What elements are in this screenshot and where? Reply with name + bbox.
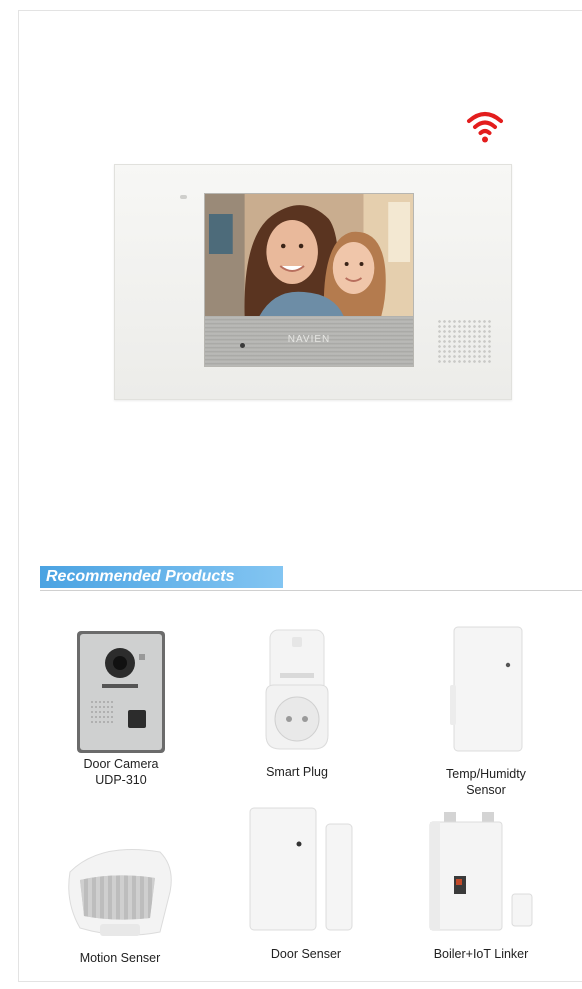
monitor-screen: NAVIEN — [204, 193, 414, 367]
product-label-door-camera[interactable]: Door Camera UDP-310 — [56, 756, 186, 788]
product-label-door-sensor[interactable]: Door Senser — [236, 946, 376, 962]
section-divider — [40, 590, 582, 591]
motion-sensor-image[interactable] — [60, 832, 180, 944]
product-label-temp-humidity-sensor[interactable]: Temp/Humidty Sensor — [416, 766, 556, 798]
door-camera-image[interactable] — [76, 630, 166, 754]
product-label-motion-sensor[interactable]: Motion Senser — [50, 950, 190, 966]
video-door-phone-image: NAVIEN — [114, 164, 512, 400]
section-title: Recommended Products — [46, 568, 235, 585]
door-sensor-image[interactable] — [246, 806, 366, 934]
wifi-icon — [467, 112, 503, 143]
family-photo — [205, 194, 413, 316]
product-label-smart-plug[interactable]: Smart Plug — [232, 764, 362, 780]
speaker-grille — [437, 319, 493, 363]
product-label-boiler-iot-linker[interactable]: Boiler+IoT Linker — [406, 946, 556, 962]
brand-logo: NAVIEN — [287, 334, 331, 345]
monitor-camera-dot — [180, 195, 187, 199]
boiler-iot-linker-image[interactable] — [424, 804, 544, 934]
temp-humidity-sensor-image[interactable] — [446, 625, 526, 753]
control-panel: NAVIEN — [205, 316, 413, 366]
smart-plug-image[interactable] — [252, 625, 342, 755]
